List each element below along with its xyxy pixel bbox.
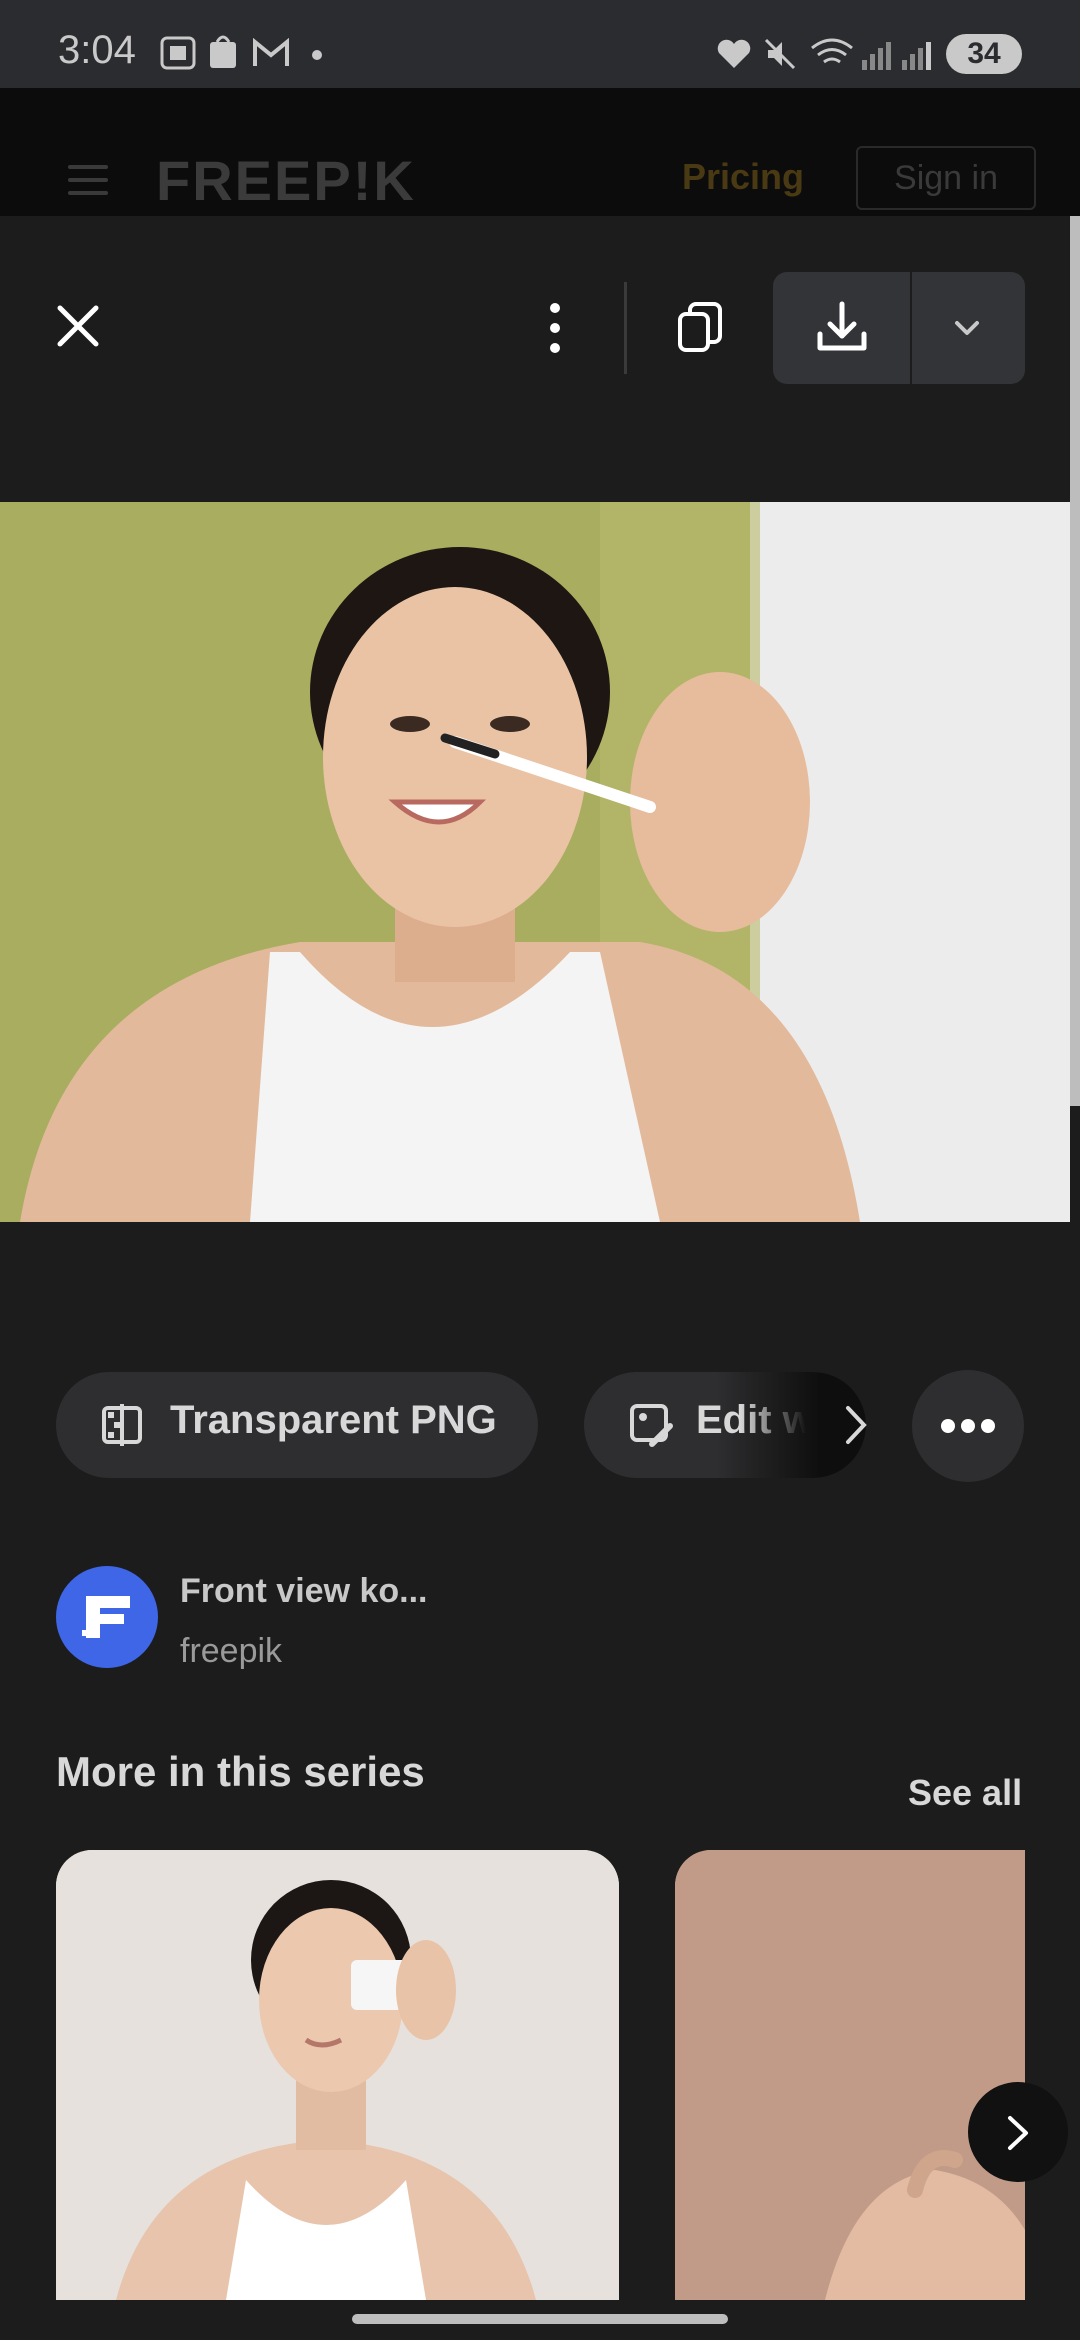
series-thumbnail[interactable] <box>56 1850 619 2300</box>
author-title[interactable]: Front view ko... <box>180 1572 427 1611</box>
main-photo[interactable] <box>0 502 1070 1222</box>
chevron-right-icon <box>1008 2116 1028 2150</box>
transparent-png-label: Transparent PNG <box>170 1398 497 1442</box>
series-thumbnail[interactable] <box>675 1850 1025 2300</box>
scrollbar[interactable] <box>1070 216 1080 1106</box>
freepik-avatar-logo <box>82 1596 130 1638</box>
heart-icon <box>717 39 751 68</box>
screenshot-icon <box>160 36 196 70</box>
close-icon[interactable] <box>52 300 104 352</box>
gmail-icon <box>253 38 289 66</box>
menu-icon[interactable] <box>68 165 108 204</box>
shop-icon <box>210 35 236 68</box>
edit-label: Edit w <box>696 1398 806 1442</box>
download-icon[interactable] <box>814 300 870 356</box>
series-title: More in this series <box>56 1748 425 1795</box>
wifi-icon <box>811 38 853 64</box>
signal-icon <box>902 42 931 70</box>
freepik-logo[interactable]: FREEP!K <box>156 148 416 213</box>
more-horizontal-icon <box>941 1419 995 1433</box>
mute-icon <box>764 38 796 70</box>
more-vertical-icon[interactable] <box>540 300 570 356</box>
copy-icon[interactable] <box>674 300 726 356</box>
battery-indicator: 34 <box>946 34 1022 74</box>
download-divider <box>910 272 912 384</box>
toolbar-divider <box>624 282 627 374</box>
chevron-down-icon[interactable] <box>951 312 983 344</box>
signal-icon <box>862 42 891 70</box>
chevron-right-icon[interactable] <box>844 1404 868 1446</box>
signin-button[interactable]: Sign in <box>856 146 1036 210</box>
pricing-link[interactable]: Pricing <box>682 156 804 198</box>
status-time: 3:04 <box>58 28 136 72</box>
download-button-group <box>773 272 1025 384</box>
edit-image-icon <box>630 1404 673 1447</box>
notification-dot-icon <box>312 50 322 60</box>
transparent-png-icon <box>102 1404 142 1446</box>
see-all-link[interactable]: See all <box>908 1772 1022 1814</box>
home-indicator[interactable] <box>352 2314 728 2324</box>
author-name[interactable]: freepik <box>180 1632 282 1671</box>
